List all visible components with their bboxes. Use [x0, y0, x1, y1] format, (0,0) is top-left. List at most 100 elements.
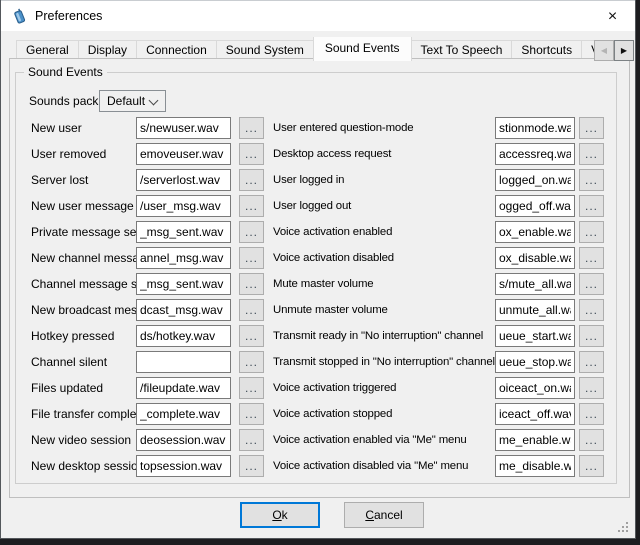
- arrow-right-icon: ▶: [621, 46, 627, 55]
- browse-button[interactable]: ...: [239, 169, 264, 191]
- sound-event-row: User entered question-mode ...: [273, 117, 604, 139]
- window-title: Preferences: [35, 1, 102, 32]
- sound-file-input[interactable]: [136, 169, 231, 191]
- sound-event-row: Desktop access request ...: [273, 143, 604, 165]
- browse-button[interactable]: ...: [239, 221, 264, 243]
- browse-button[interactable]: ...: [579, 377, 604, 399]
- cancel-button-accel: C: [365, 508, 374, 522]
- browse-button[interactable]: ...: [579, 143, 604, 165]
- sound-file-input[interactable]: [495, 169, 575, 191]
- tab-sound-events[interactable]: Sound Events: [313, 37, 412, 61]
- sound-file-input[interactable]: [136, 299, 231, 321]
- browse-button[interactable]: ...: [239, 377, 264, 399]
- event-label: New desktop session: [31, 455, 144, 477]
- browse-button[interactable]: ...: [579, 429, 604, 451]
- event-label: Voice activation disabled: [273, 247, 394, 269]
- sound-event-row: New user message ...: [31, 195, 264, 217]
- sound-file-input[interactable]: [495, 143, 575, 165]
- browse-button[interactable]: ...: [579, 325, 604, 347]
- event-label: Voice activation enabled via "Me" menu: [273, 429, 467, 451]
- browse-button[interactable]: ...: [239, 195, 264, 217]
- browse-button[interactable]: ...: [579, 221, 604, 243]
- sound-file-input[interactable]: [136, 221, 231, 243]
- sound-event-row: Channel silent ...: [31, 351, 264, 373]
- event-label: Channel silent: [31, 351, 107, 373]
- browse-button[interactable]: ...: [579, 195, 604, 217]
- sound-event-row: Voice activation stopped ...: [273, 403, 604, 425]
- sound-file-input[interactable]: [495, 325, 575, 347]
- sound-event-row: New desktop session ...: [31, 455, 264, 477]
- sound-file-input[interactable]: [136, 117, 231, 139]
- event-label: User logged in: [273, 169, 344, 191]
- event-label: User logged out: [273, 195, 351, 217]
- sound-file-input[interactable]: [495, 403, 575, 425]
- sounds-pack-label: Sounds pack: [29, 90, 98, 112]
- event-label: Transmit ready in "No interruption" chan…: [273, 325, 483, 347]
- sound-file-input[interactable]: [136, 273, 231, 295]
- sound-file-input[interactable]: [136, 351, 231, 373]
- browse-button[interactable]: ...: [579, 117, 604, 139]
- browse-button[interactable]: ...: [579, 351, 604, 373]
- browse-button[interactable]: ...: [579, 403, 604, 425]
- arrow-left-icon: ◀: [601, 46, 607, 55]
- event-label: Hotkey pressed: [31, 325, 114, 347]
- sound-event-row: New channel message ...: [31, 247, 264, 269]
- browse-button[interactable]: ...: [239, 117, 264, 139]
- ok-button[interactable]: Ok: [240, 502, 320, 528]
- event-label: New user message: [31, 195, 134, 217]
- ok-button-rest: k: [282, 508, 288, 522]
- sound-event-row: Voice activation enabled ...: [273, 221, 604, 243]
- sound-file-input[interactable]: [495, 299, 575, 321]
- sound-file-input[interactable]: [495, 351, 575, 373]
- sound-file-input[interactable]: [136, 455, 231, 477]
- browse-button[interactable]: ...: [239, 351, 264, 373]
- event-label: Voice activation enabled: [273, 221, 392, 243]
- browse-button[interactable]: ...: [239, 403, 264, 425]
- sound-file-input[interactable]: [495, 273, 575, 295]
- sound-event-row: Voice activation triggered ...: [273, 377, 604, 399]
- browse-button[interactable]: ...: [579, 455, 604, 477]
- sound-file-input[interactable]: [136, 429, 231, 451]
- browse-button[interactable]: ...: [579, 169, 604, 191]
- sound-file-input[interactable]: [136, 143, 231, 165]
- sound-file-input[interactable]: [495, 117, 575, 139]
- sound-file-input[interactable]: [136, 403, 231, 425]
- event-label: New user: [31, 117, 82, 139]
- browse-button[interactable]: ...: [239, 299, 264, 321]
- sound-file-input[interactable]: [495, 247, 575, 269]
- sound-events-left-column: New user ... User removed ... Server los…: [31, 117, 264, 477]
- browse-button[interactable]: ...: [239, 273, 264, 295]
- sound-file-input[interactable]: [136, 247, 231, 269]
- event-label: Private message sent: [31, 221, 146, 243]
- sound-event-row: Unmute master volume ...: [273, 299, 604, 321]
- sound-file-input[interactable]: [136, 377, 231, 399]
- resize-grip-icon[interactable]: [618, 522, 630, 534]
- tab-scroll-left-button[interactable]: ◀: [594, 40, 614, 61]
- browse-button[interactable]: ...: [239, 247, 264, 269]
- sound-event-row: New broadcast message ...: [31, 299, 264, 321]
- close-button[interactable]: ×: [590, 1, 635, 32]
- browse-button[interactable]: ...: [239, 143, 264, 165]
- ok-button-accel: O: [272, 508, 281, 522]
- browse-button[interactable]: ...: [239, 455, 264, 477]
- sound-file-input[interactable]: [495, 377, 575, 399]
- sound-file-input[interactable]: [495, 195, 575, 217]
- app-icon: [11, 8, 28, 25]
- sound-event-row: User logged in ...: [273, 169, 604, 191]
- sound-file-input[interactable]: [495, 221, 575, 243]
- browse-button[interactable]: ...: [579, 299, 604, 321]
- sound-file-input[interactable]: [495, 429, 575, 451]
- sound-file-input[interactable]: [136, 325, 231, 347]
- browse-button[interactable]: ...: [239, 429, 264, 451]
- browse-button[interactable]: ...: [239, 325, 264, 347]
- sounds-pack-dropdown[interactable]: Default: [99, 90, 166, 112]
- event-label: Transmit stopped in "No interruption" ch…: [273, 351, 495, 373]
- sound-file-input[interactable]: [136, 195, 231, 217]
- tab-scroll-right-button[interactable]: ▶: [614, 40, 634, 61]
- sound-event-row: File transfer complete ...: [31, 403, 264, 425]
- cancel-button[interactable]: Cancel: [344, 502, 424, 528]
- browse-button[interactable]: ...: [579, 247, 604, 269]
- browse-button[interactable]: ...: [579, 273, 604, 295]
- sound-event-row: User removed ...: [31, 143, 264, 165]
- sound-file-input[interactable]: [495, 455, 575, 477]
